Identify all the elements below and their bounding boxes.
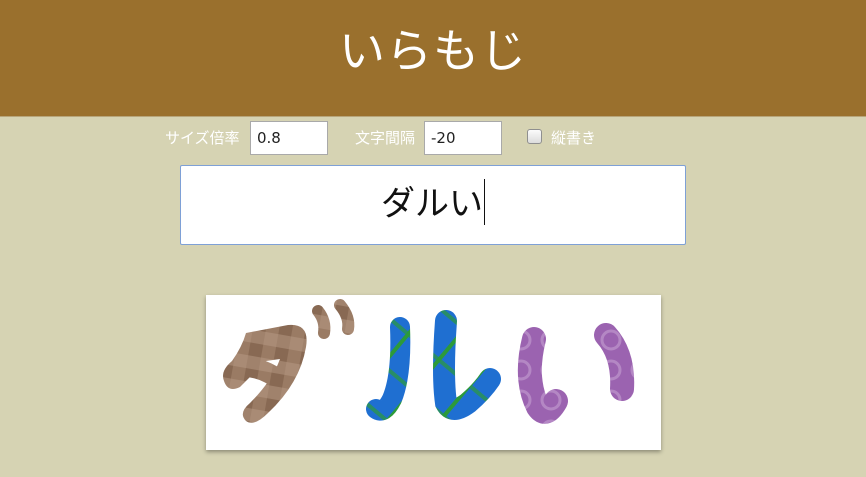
preview-lettering bbox=[223, 299, 635, 424]
app-title: いらもじ bbox=[339, 24, 527, 78]
vertical-label[interactable]: 縦書き bbox=[551, 128, 596, 148]
preview-image bbox=[206, 295, 661, 450]
vertical-checkbox[interactable] bbox=[527, 129, 542, 144]
spacing-input[interactable] bbox=[424, 121, 502, 155]
char-ru bbox=[366, 310, 501, 421]
size-label: サイズ倍率 bbox=[165, 129, 240, 147]
char-i bbox=[517, 323, 635, 424]
controls-bar: サイズ倍率 文字間隔 縦書き bbox=[0, 121, 866, 157]
text-input[interactable]: ダルい bbox=[180, 165, 686, 245]
size-input[interactable] bbox=[250, 121, 328, 155]
text-caret bbox=[484, 178, 485, 225]
char-da bbox=[223, 299, 355, 423]
text-input-value: ダルい bbox=[381, 184, 483, 224]
app-header: いらもじ bbox=[0, 0, 866, 117]
spacing-label: 文字間隔 bbox=[355, 129, 416, 147]
